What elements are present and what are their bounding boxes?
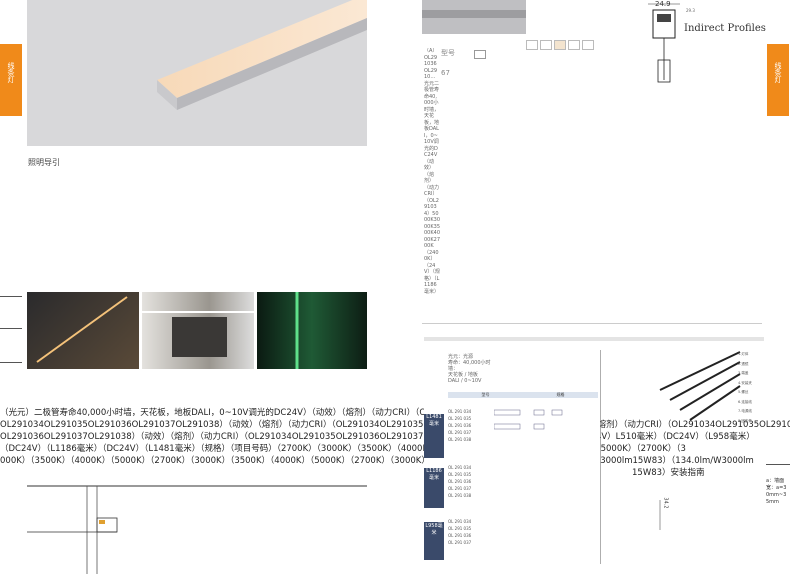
profile-width-label: 24.9 xyxy=(655,0,671,8)
margin-mark xyxy=(0,362,22,363)
table-section-label: L1186毫米 xyxy=(424,468,444,508)
table-col-header: 型号 规格 xyxy=(448,392,598,398)
header-strip xyxy=(424,337,764,341)
callout-label: 3.端盖 xyxy=(738,371,749,375)
model-number: 67 xyxy=(441,69,450,77)
product-thumb-top xyxy=(422,0,526,34)
callout-list: 1.灯体 2.透镜 3.端盖 4.安装夹 5.螺丝 6.连接线 7.电源线 8.… xyxy=(738,350,752,426)
callout-label: 6.连接线 xyxy=(738,399,752,404)
divider xyxy=(422,323,762,324)
section-tab-label: 线条灯 xyxy=(7,62,15,83)
model-label: 型号 xyxy=(441,49,455,57)
profile-side-label: 29.3 xyxy=(686,8,695,13)
table-cell-block xyxy=(493,408,594,446)
vertical-spec-text: （A）OL291036OL2910…光元二极管寿命40,000小时墙，天花板，地… xyxy=(424,48,440,295)
margin-mark xyxy=(0,328,22,329)
table-header-notes: 光元：光源 寿命：40,000小时 墙： 天花板 / 地板 DALI / 0~1… xyxy=(448,354,491,384)
photo-corridor xyxy=(142,292,254,369)
table-row: OL 291 038 xyxy=(448,493,472,498)
color-swatch-row xyxy=(526,40,598,50)
install-notes: a：墙面 宽：a=3 0mm~3 5mm xyxy=(766,478,787,505)
arrow-icon xyxy=(474,50,486,59)
table-row: OL 291 034 xyxy=(448,519,472,524)
hero-product-image xyxy=(27,0,367,146)
table-section-label: L1481毫米 xyxy=(424,414,444,458)
callout-label: 2.透镜 xyxy=(738,361,749,366)
callout-label: 1.灯体 xyxy=(738,352,749,356)
table-section-rows: OL 291 034 OL 291 035 OL 291 036 OL 291 … xyxy=(448,518,598,546)
margin-mark xyxy=(0,296,22,297)
table-section-label: L958毫米 xyxy=(424,522,444,560)
spec-table: 光元：光源 寿命：40,000小时 墙： 天花板 / 地板 DALI / 0~1… xyxy=(424,352,600,562)
callout-label: 5.螺丝 xyxy=(738,390,749,394)
callout-label: 7.电源线 xyxy=(738,409,752,413)
profile-cross-section xyxy=(640,0,686,90)
table-row: OL 291 034 xyxy=(448,465,472,470)
table-section-rows: OL 291 034 OL 291 035 OL 291 036 OL 291 … xyxy=(448,464,598,499)
height-label: 34.2 xyxy=(662,497,669,509)
hero-caption: 照明导引 xyxy=(28,158,60,167)
table-row: OL 291 037 xyxy=(448,486,472,491)
table-row: OL 291 036 xyxy=(448,533,472,538)
callout-label: 8.固定件 xyxy=(738,418,752,423)
photo-stair xyxy=(27,292,139,369)
table-row: OL 291 036 xyxy=(448,479,472,484)
callout-label: 4.安装夹 xyxy=(738,380,752,385)
installation-drawing xyxy=(27,482,367,574)
photo-green-light xyxy=(257,292,367,369)
table-row: OL 291 035 xyxy=(448,526,472,531)
profile-title: Indirect Profiles xyxy=(684,23,766,34)
section-tab-right[interactable]: 线条灯 xyxy=(767,44,789,116)
section-tab-left[interactable]: 线条灯 xyxy=(0,44,22,116)
table-row: OL 291 035 xyxy=(448,472,472,477)
table-row: OL 291 037 xyxy=(448,540,472,545)
margin-mark xyxy=(766,464,790,465)
section-tab-label: 线条灯 xyxy=(774,62,782,83)
